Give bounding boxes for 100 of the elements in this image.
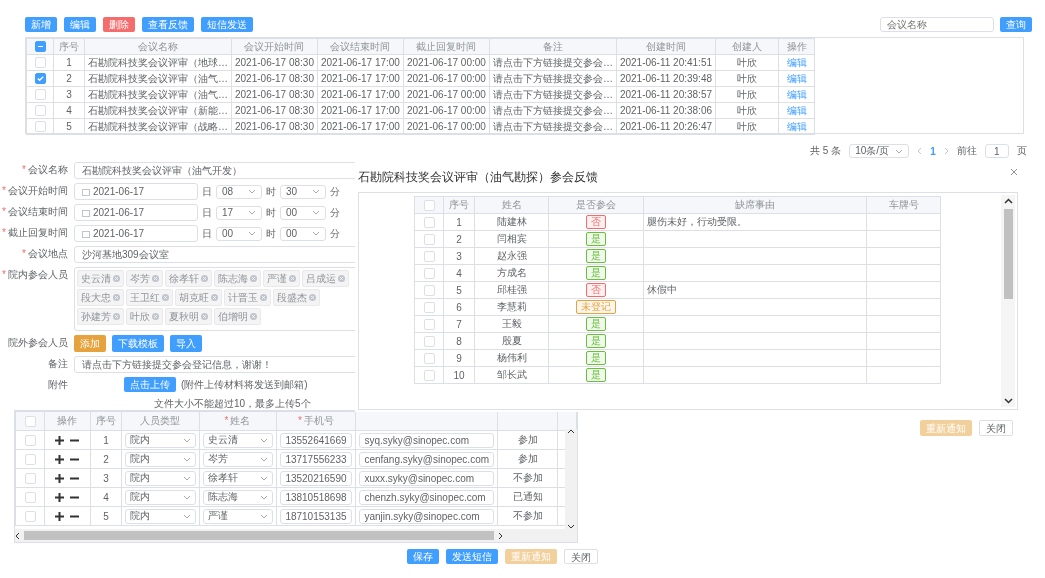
add-icon[interactable] (55, 492, 65, 502)
text-field[interactable]: 沙河基地309会议室 (74, 246, 357, 263)
email-field[interactable]: yanjin.syky@sinopec.com (359, 508, 495, 524)
checkbox[interactable] (34, 73, 46, 85)
scrollbar-thumb[interactable] (24, 531, 494, 540)
hour-select[interactable]: 17 (216, 205, 262, 220)
person-tag: 计晋玉 (224, 289, 271, 306)
table-cell: 4 (90, 487, 122, 507)
table-cell: 2021-06-17 08:30 (231, 118, 318, 135)
unit-label: 时 (266, 226, 276, 241)
required-mark: * (224, 415, 229, 426)
total-count: 共 5 条 (810, 144, 842, 158)
table-cell: 腿伤未好，行动受限。 (643, 213, 867, 231)
minute-select[interactable]: 30 (280, 184, 326, 199)
close-icon[interactable] (1010, 168, 1018, 176)
email-field[interactable]: syq.syky@sinopec.com (359, 432, 495, 448)
table-cell: 2021-06-17 08:30 (231, 102, 318, 119)
column-header: 是否参会 (548, 196, 644, 214)
required-mark: * (2, 206, 6, 217)
email-field[interactable]: xuxx.syky@sinopec.com (359, 470, 495, 486)
unit-label: 分 (330, 205, 340, 220)
name-select[interactable]: 岑芳 (202, 451, 273, 467)
person-tag: 王卫红 (126, 289, 173, 306)
phone-field[interactable]: 13552641669 (279, 432, 353, 448)
minute-select[interactable]: 00 (280, 205, 326, 220)
caret-icon (182, 456, 191, 462)
email-field[interactable]: cenfang.syky@sinopec.com (359, 451, 495, 467)
page-size-select[interactable]: 10条/页 (849, 144, 910, 158)
table-cell: 5 (90, 506, 122, 526)
person-tag: 段大忠 (77, 289, 124, 306)
scrollbar-thumb[interactable] (1003, 209, 1013, 299)
phone-field[interactable]: 18710153135 (279, 508, 353, 524)
hour-select[interactable]: 00 (216, 226, 262, 241)
button[interactable]: 关闭 (979, 420, 1013, 436)
caret-icon (895, 148, 904, 154)
hour-select[interactable]: 08 (216, 184, 262, 199)
table-cell: 2021-06-17 08:30 (231, 54, 318, 71)
minute-select[interactable]: 00 (280, 226, 326, 241)
table-cell: 王毅 (474, 315, 549, 333)
status-tag: 是 (586, 317, 606, 331)
date-field[interactable]: 2021-06-17 (74, 183, 198, 200)
name-select[interactable]: 史云清 (202, 432, 273, 448)
type-select[interactable]: 院内 (125, 432, 196, 448)
table-cell: 3 (443, 247, 475, 265)
phone-field[interactable]: 13717556233 (279, 451, 353, 467)
add-icon[interactable] (55, 454, 65, 464)
table-cell: 2021-06-11 20:26:47 (616, 118, 716, 135)
table-cell: 1 (443, 213, 475, 231)
scroll-left-icon[interactable] (15, 531, 20, 540)
type-select[interactable]: 院内 (125, 470, 196, 486)
table-cell: 2021-06-17 00:00 (403, 54, 490, 71)
column-header: 操作 (57, 415, 78, 426)
column-header: 创建人 (715, 38, 779, 55)
type-select[interactable]: 院内 (125, 508, 196, 524)
column-header: 备注 (489, 38, 617, 55)
next-page-icon[interactable] (943, 147, 949, 155)
add-icon[interactable] (55, 435, 65, 445)
person-tag: 伯增明 (214, 308, 261, 325)
status-tag: 未登记 (576, 300, 616, 314)
person-tag: 胡克旺 (175, 289, 222, 306)
field-label: 会议结束时间 (8, 206, 68, 217)
column-header: 截止回复时间 (403, 38, 490, 55)
upload-note: (附件上传材料将发送到邮箱) (181, 377, 308, 392)
table-cell: 2021-06-17 00:00 (403, 70, 490, 87)
type-select[interactable]: 院内 (125, 489, 196, 505)
scroll-up-icon[interactable] (1003, 198, 1013, 204)
text-field[interactable]: 请点击下方链接提交参会登记信息，谢谢！ (74, 356, 357, 373)
caret-icon (259, 513, 268, 519)
person-tag: 夏秋明 (165, 308, 212, 325)
email-field[interactable]: chenzh.syky@sinopec.com (359, 489, 495, 505)
prev-page-icon[interactable] (917, 147, 923, 155)
text-field[interactable]: 石勘院科技奖会议评审（油气开发） (74, 162, 357, 179)
scroll-up-icon[interactable] (567, 429, 575, 434)
scroll-right-icon[interactable] (498, 531, 503, 540)
table-cell: 2021-06-11 20:38:57 (616, 86, 716, 103)
column-header: 序号 (95, 415, 116, 426)
button[interactable]: 关闭 (564, 549, 598, 564)
date-field[interactable]: 2021-06-17 (74, 225, 198, 242)
field-label: 会议地点 (28, 248, 68, 259)
field-label: 院外参会人员 (8, 337, 68, 348)
caret-icon (312, 189, 320, 194)
name-select[interactable]: 严谨 (202, 508, 273, 524)
name-select[interactable]: 陈志海 (202, 489, 273, 505)
phone-field[interactable]: 13520216590 (279, 470, 353, 486)
page-field[interactable]: 1 (984, 144, 1009, 158)
search-field[interactable]: 会议名称 (880, 17, 994, 32)
calendar-icon (82, 229, 90, 238)
name-select[interactable]: 徐孝轩 (202, 470, 273, 486)
add-icon[interactable] (55, 511, 65, 521)
phone-field[interactable]: 13810518698 (279, 489, 353, 505)
scroll-down-icon[interactable] (567, 524, 575, 529)
table-cell: 叶欣 (715, 86, 779, 103)
add-icon[interactable] (55, 473, 65, 483)
column-header: 会议名称 (84, 38, 232, 55)
date-field[interactable]: 2021-06-17 (74, 204, 198, 221)
type-select[interactable]: 院内 (125, 451, 196, 467)
checkbox[interactable] (34, 41, 46, 53)
scroll-down-icon[interactable] (1003, 398, 1013, 404)
caret-icon (248, 189, 256, 194)
unit-label: 分 (330, 184, 340, 199)
